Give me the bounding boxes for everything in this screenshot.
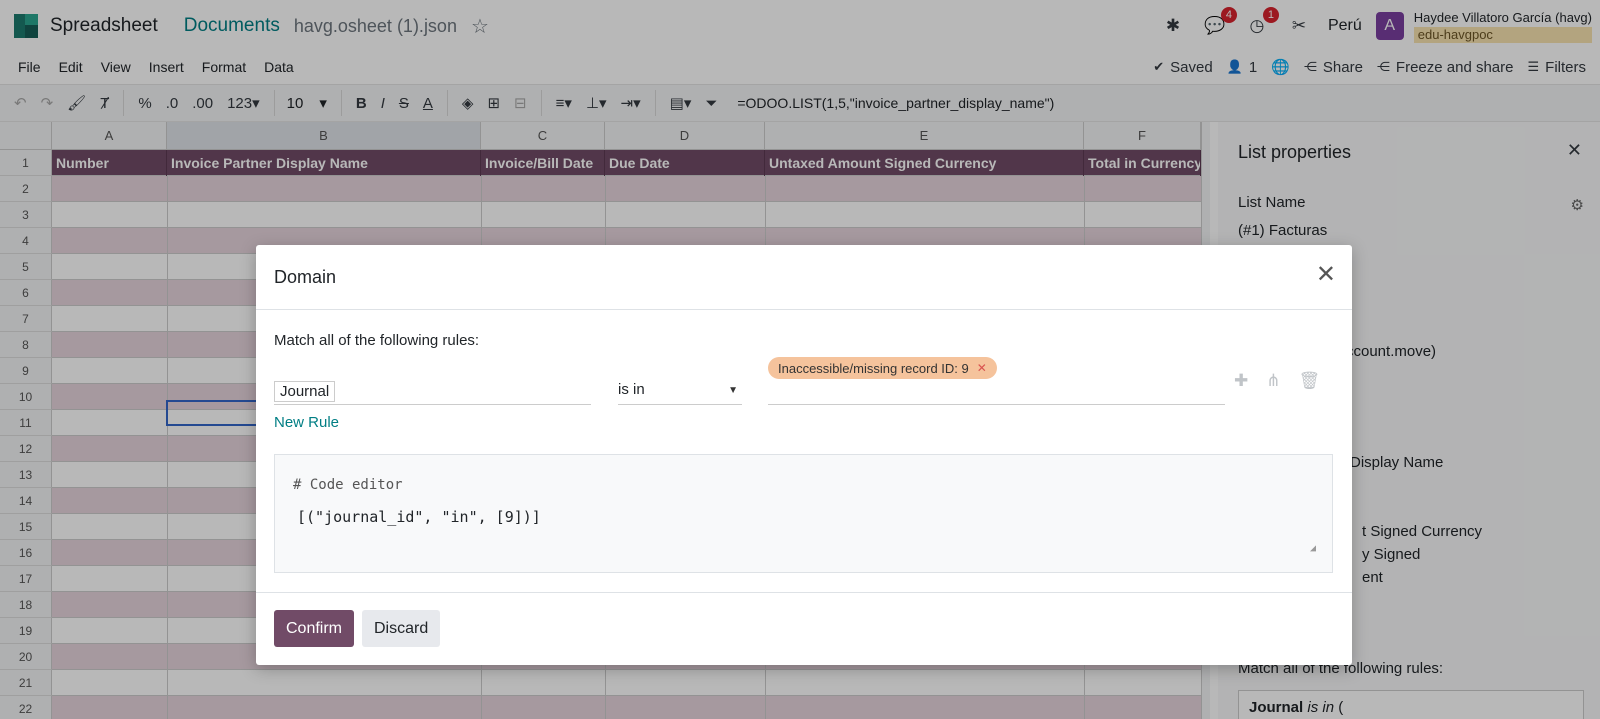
record-tag: Inaccessible/missing record ID: 9 ✕ xyxy=(768,357,997,379)
remove-tag-icon[interactable]: ✕ xyxy=(977,361,987,375)
operator-select[interactable]: is in ▼ xyxy=(618,381,742,405)
dialog-title: Domain xyxy=(274,267,337,287)
caret-down-icon: ▼ xyxy=(728,385,738,396)
add-branch-icon[interactable]: ⋔ xyxy=(1266,371,1280,391)
new-rule-link[interactable]: New Rule xyxy=(274,414,339,431)
add-rule-icon[interactable]: ✚ xyxy=(1234,371,1248,391)
operator-value: is in xyxy=(618,381,645,398)
code-editor-comment: # Code editor xyxy=(293,477,403,493)
field-selector[interactable]: Journal xyxy=(274,381,591,405)
dialog-footer: Confirm Discard xyxy=(256,592,1352,665)
close-icon[interactable]: ✕ xyxy=(1316,263,1336,287)
rules-label: Match all of the following rules: xyxy=(274,332,480,349)
domain-dialog: Domain ✕ Match all of the following rule… xyxy=(256,245,1352,665)
code-editor-text[interactable]: [("journal_id", "in", [9])] xyxy=(297,508,541,526)
field-selector-value: Journal xyxy=(274,381,336,402)
discard-button[interactable]: Discard xyxy=(362,610,441,647)
delete-rule-icon[interactable]: 🗑 xyxy=(1299,371,1321,391)
code-editor[interactable]: # Code editor [("journal_id", "in", [9])… xyxy=(274,454,1333,573)
dialog-header: Domain ✕ xyxy=(256,245,1352,310)
resize-handle-icon[interactable]: ◢ xyxy=(1310,543,1316,554)
value-input[interactable] xyxy=(768,404,1225,405)
record-tag-label: Inaccessible/missing record ID: 9 xyxy=(778,360,969,376)
rule-actions: ✚ ⋔ 🗑 xyxy=(1234,371,1320,391)
confirm-button[interactable]: Confirm xyxy=(274,610,355,647)
